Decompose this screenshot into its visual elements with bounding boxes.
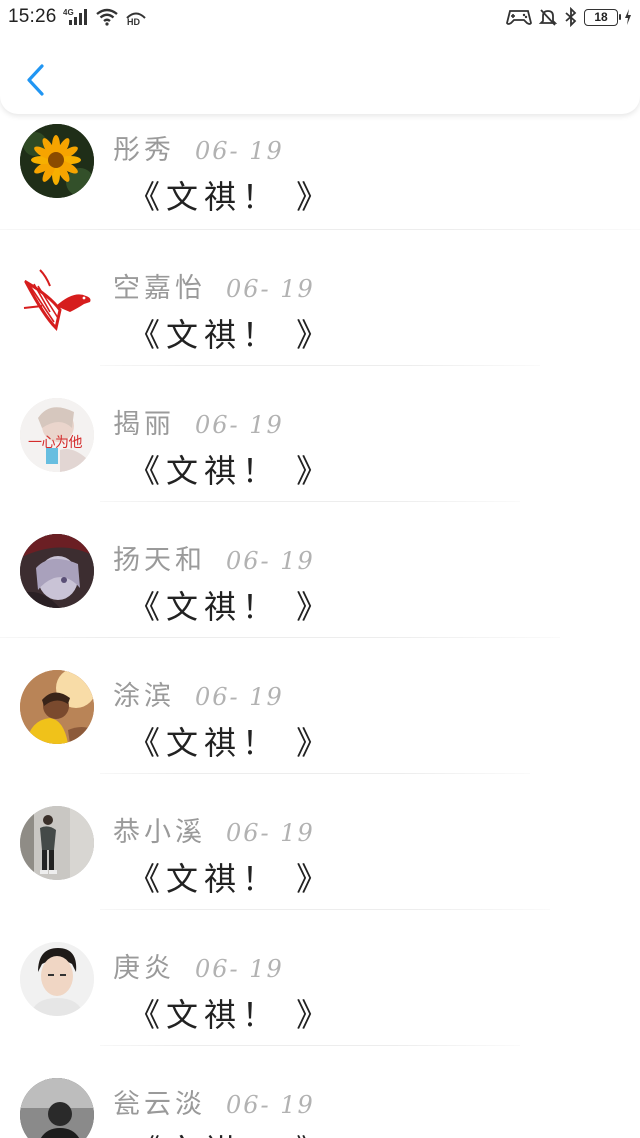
battery-level: 18 [594,10,608,24]
charging-icon [624,9,632,25]
avatar-caption: 一心为他 [28,434,83,450]
message-text: 《文祺！ 》 [128,588,335,626]
sender-name: 彤秀 [113,135,175,166]
chevron-left-icon [27,64,44,96]
message-date: 06- 19 [195,411,284,439]
battery-icon: 18 [584,8,621,26]
avatar-dark-silhouette[interactable] [20,1078,94,1138]
message-date: 06- 19 [195,137,284,165]
back-button[interactable] [20,60,50,100]
list-item[interactable]: 空嘉怡 06- 19 《文祺！ 》 [0,230,640,366]
status-time: 15:26 [8,6,57,27]
avatar-sunflower[interactable] [20,124,94,198]
hd-text: HD [127,17,140,26]
message-text: 《文祺！ 》 [128,996,335,1034]
sender-name: 恭小溪 [113,817,206,848]
bluetooth-icon [564,7,578,27]
list-item[interactable]: 恭小溪 06- 19 《文祺！ 》 [0,774,640,910]
name-line: 庚炎 06- 19 [113,946,284,985]
sender-name: 空嘉怡 [113,273,206,304]
bell-mute-icon [538,7,558,27]
avatar-red-bird[interactable] [20,262,94,336]
avatar-anime-character[interactable] [20,534,94,608]
status-bar: 15:26 4G HD 18 [0,0,640,34]
message-text: 《文祺！ 》 [128,860,335,898]
avatar-man-standing[interactable] [20,806,94,880]
network-type-text: 4G [63,8,74,17]
status-left: 15:26 4G HD [8,6,147,28]
message-date: 06- 19 [226,547,315,575]
signal-icon: 4G [63,8,89,26]
message-date: 06- 19 [226,275,315,303]
list-item[interactable]: 瓮云淡 06- 19 《文祺！ 》 [0,1046,640,1138]
list-item[interactable]: 一心为他 揭丽 06- 19 《文祺！ 》 [0,366,640,502]
avatar-young-man-portrait[interactable] [20,942,94,1016]
list-item[interactable]: 彤秀 06- 19 《文祺！ 》 [0,114,640,230]
message-date: 06- 19 [226,819,315,847]
status-right: 18 [506,7,632,27]
message-text: 《文祺！ 》 [128,316,335,354]
sender-name: 瓮云淡 [113,1089,206,1120]
message-date: 06- 19 [195,683,284,711]
name-line: 揭丽 06- 19 [113,402,284,441]
name-line: 空嘉怡 06- 19 [113,266,315,305]
list-item[interactable]: 庚炎 06- 19 《文祺！ 》 [0,910,640,1046]
name-line: 彤秀 06- 19 [113,128,284,167]
sender-name: 扬天和 [113,545,206,576]
avatar-girl-with-text[interactable]: 一心为他 [20,398,94,472]
list-item[interactable]: 扬天和 06- 19 《文祺！ 》 [0,502,640,638]
message-text: 《文祺！ 》 [128,452,335,490]
gamepad-icon [506,8,532,26]
message-date: 06- 19 [226,1091,315,1119]
message-text: 《文祺！ 》 [128,1126,334,1138]
wifi-icon [95,8,119,26]
sender-name: 揭丽 [113,409,175,440]
message-text: 《文祺！ 》 [128,724,335,762]
message-list[interactable]: 彤秀 06- 19 《文祺！ 》 空嘉怡 06- 19 《文祺！ 》 一心为他 … [0,114,640,1138]
name-line: 瓮云淡 06- 19 [113,1082,315,1121]
sender-name: 涂滨 [113,681,175,712]
name-line: 恭小溪 06- 19 [113,810,315,849]
sender-name: 庚炎 [113,953,175,984]
hd-icon: HD [125,8,147,26]
message-date: 06- 19 [195,955,284,983]
message-text: 《文祺！ 》 [128,178,335,216]
list-item[interactable]: 涂滨 06- 19 《文祺！ 》 [0,638,640,774]
avatar-boy-sunset[interactable] [20,670,94,744]
name-line: 扬天和 06- 19 [113,538,315,577]
name-line: 涂滨 06- 19 [113,674,284,713]
